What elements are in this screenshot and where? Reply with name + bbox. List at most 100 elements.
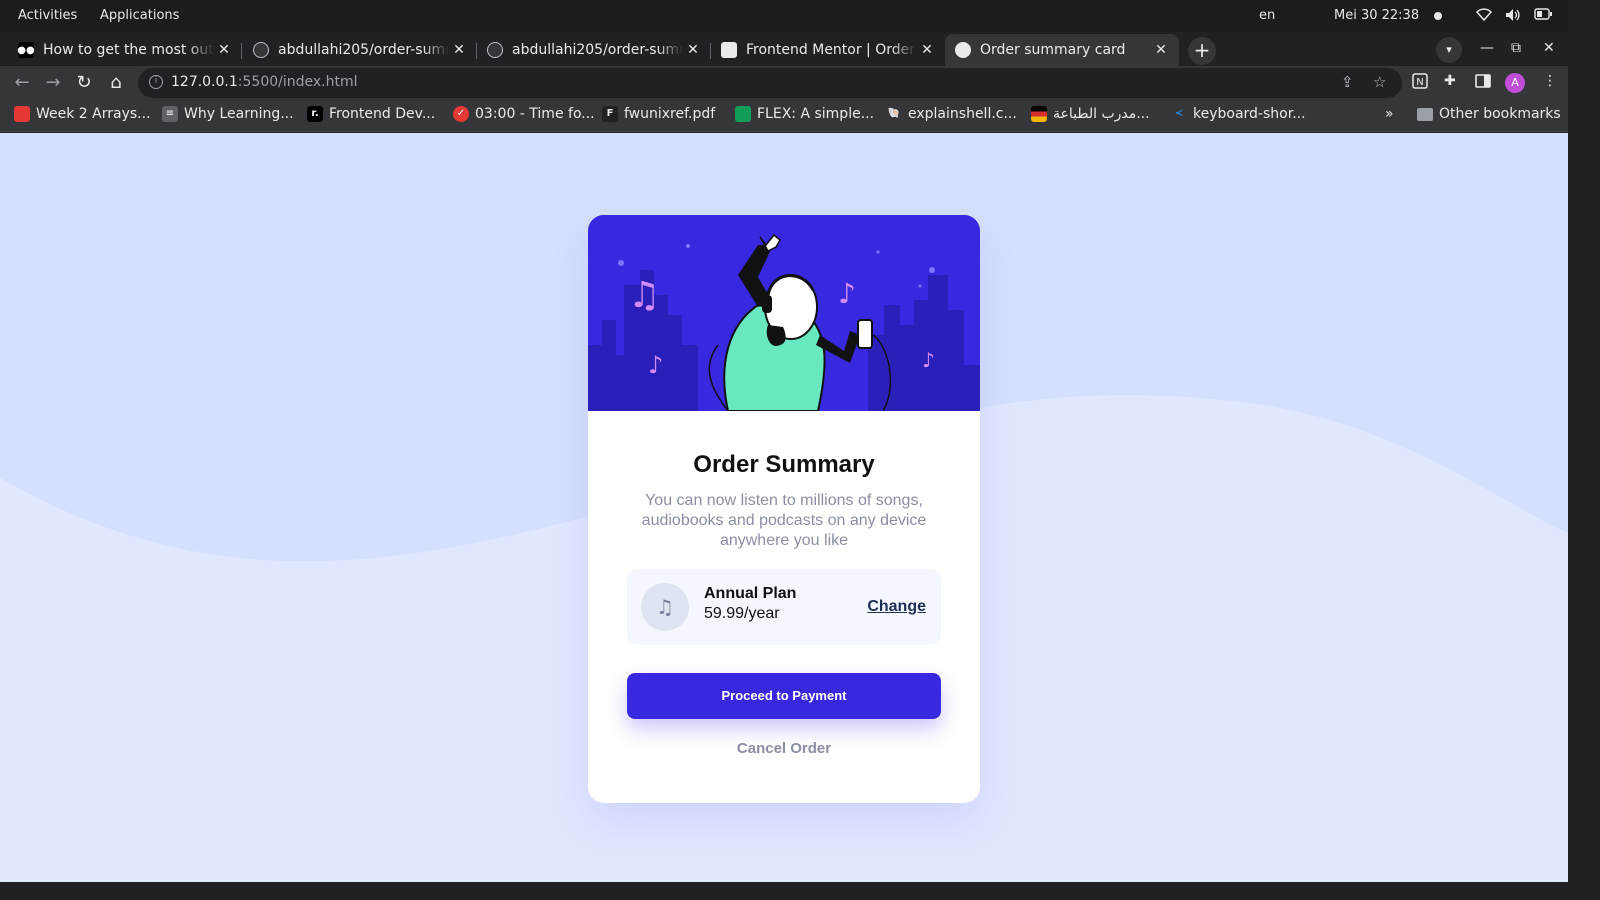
bookmark-label: 03:00 - Time fo... <box>475 106 595 122</box>
bookmark-label: مدرب الطباعة... <box>1053 106 1150 122</box>
extensions-puzzle-icon[interactable]: ✚ <box>1444 73 1456 89</box>
vscode-icon: ≺ <box>1174 108 1184 119</box>
bookmark-star-icon[interactable]: ☆ <box>1373 73 1386 91</box>
order-summary-card: ♫ ♪ ♪ ♪ Order Summary You can now listen… <box>588 215 980 803</box>
share-icon[interactable]: ⇪ <box>1341 73 1354 91</box>
tab-title: abdullahi205/order-summ <box>512 42 683 58</box>
bookmark-icon: ≡ <box>162 106 178 122</box>
system-top-bar: Activities Applications en Mei 30 22:38 <box>0 0 1568 32</box>
medium-icon: ●● <box>17 42 35 58</box>
proceed-to-payment-button[interactable]: Proceed to Payment <box>627 673 941 719</box>
wifi-icon[interactable] <box>1475 8 1493 26</box>
bookmark-item[interactable]: ✓ 03:00 - Time fo... <box>453 106 595 122</box>
bookmark-icon <box>14 106 30 122</box>
bookmark-item[interactable]: FLEX: A simple... <box>735 106 874 122</box>
plan-price: 59.99/year <box>704 605 780 622</box>
side-panel-icon[interactable] <box>1475 73 1491 93</box>
bookmark-item[interactable]: ≡ Why Learning... <box>162 106 294 122</box>
folder-icon <box>1417 107 1433 121</box>
volume-icon[interactable] <box>1505 8 1521 26</box>
globe-icon <box>955 42 971 58</box>
tab-title: How to get the most out o <box>43 42 214 58</box>
language-indicator[interactable]: en <box>1259 8 1275 23</box>
plan-name: Annual Plan <box>704 585 797 602</box>
close-tab-icon[interactable]: ✕ <box>683 42 703 58</box>
tab-title: Frontend Mentor | Order s <box>746 42 917 58</box>
tab-search-chevron-icon[interactable]: ▾ <box>1436 37 1462 63</box>
close-tab-icon[interactable]: ✕ <box>449 42 469 58</box>
github-icon <box>253 42 269 58</box>
svg-text:N: N <box>1416 77 1423 88</box>
battery-icon[interactable] <box>1534 8 1552 24</box>
svg-text:♫: ♫ <box>628 275 660 316</box>
site-info-icon[interactable]: i <box>149 75 163 89</box>
flag-icon <box>1031 106 1047 122</box>
browser-tab[interactable]: ●● How to get the most out o ✕ <box>8 34 242 66</box>
card-title: Order Summary <box>693 451 875 478</box>
address-bar[interactable]: i 127.0.0.1:5500/index.html ⇪ ☆ <box>138 68 1402 98</box>
bookmark-label: Frontend Dev... <box>329 106 436 122</box>
svg-text:♪: ♪ <box>648 351 663 379</box>
new-tab-button[interactable]: + <box>1188 37 1216 65</box>
forward-arrow-icon[interactable]: → <box>41 72 65 93</box>
tab-separator <box>241 43 242 59</box>
github-icon <box>487 42 503 58</box>
bookmarks-bar: Week 2 Arrays... ≡ Why Learning... r. Fron… <box>0 100 1568 132</box>
svg-text:♪: ♪ <box>922 348 935 372</box>
bookmark-label: FLEX: A simple... <box>757 106 875 122</box>
close-tab-icon[interactable]: ✕ <box>1151 42 1171 58</box>
dancing-person-illustration: ♫ ♪ ♪ ♪ <box>588 215 980 411</box>
bookmark-item[interactable]: r. Frontend Dev... <box>307 106 435 122</box>
hero-illustration: ♫ ♪ ♪ ♪ <box>588 215 980 411</box>
bookmark-item[interactable]: ≺ keyboard-shor... <box>1171 106 1306 122</box>
reload-icon[interactable]: ↻ <box>72 72 96 93</box>
browser-tab[interactable]: abdullahi205/order-summ ✕ <box>243 34 477 66</box>
bookmark-label: Why Learning... <box>184 106 294 122</box>
bookmark-icon: r. <box>307 106 323 122</box>
home-icon[interactable]: ⌂ <box>104 72 128 93</box>
bookmark-label: Other bookmarks <box>1439 106 1561 122</box>
clock[interactable]: Mei 30 22:38 <box>1334 8 1419 23</box>
tab-title: Order summary card <box>980 42 1126 58</box>
page-viewport: ♫ ♪ ♪ ♪ Order Summary You can now listen… <box>0 133 1568 882</box>
bookmark-item[interactable]: Week 2 Arrays... <box>14 106 151 122</box>
browser-tab-strip: ●● How to get the most out o ✕ abdullahi… <box>0 32 1568 66</box>
cancel-order-button[interactable]: Cancel Order <box>588 740 980 757</box>
notification-dot-icon <box>1434 12 1442 20</box>
music-note-icon: ♫ <box>641 583 689 631</box>
url-path: :5500/index.html <box>237 74 358 90</box>
card-description: You can now listen to millions of songs,… <box>641 492 927 549</box>
frontend-mentor-icon <box>721 42 737 58</box>
back-arrow-icon[interactable]: ← <box>10 72 34 93</box>
other-bookmarks-folder[interactable]: Other bookmarks <box>1417 106 1561 122</box>
close-tab-icon[interactable]: ✕ <box>214 42 234 58</box>
url-text[interactable]: 127.0.0.1:5500/index.html <box>171 74 358 90</box>
browser-tab-active[interactable]: Order summary card ✕ <box>945 34 1179 66</box>
bookmark-item[interactable]: مدرب الطباعة... <box>1031 106 1150 122</box>
more-bookmarks-chevron-icon[interactable]: » <box>1385 106 1394 122</box>
bookmark-label: keyboard-shor... <box>1193 106 1306 122</box>
activities-button[interactable]: Activities <box>18 8 77 23</box>
minimize-icon[interactable]: — <box>1480 40 1494 56</box>
tab-title: abdullahi205/order-summ <box>278 42 449 58</box>
close-tab-icon[interactable]: ✕ <box>917 42 937 58</box>
browser-tab[interactable]: abdullahi205/order-summ ✕ <box>477 34 711 66</box>
bookmark-label: explainshell.c... <box>908 106 1017 122</box>
browser-tab[interactable]: Frontend Mentor | Order s ✕ <box>711 34 945 66</box>
bookmark-item[interactable]: Ffwunixref.pdf <box>602 106 715 122</box>
close-window-icon[interactable]: ✕ <box>1543 40 1555 56</box>
plan-box: ♫ Annual Plan 59.99/year Change <box>627 569 941 645</box>
shell-icon: 🐚 <box>887 108 901 119</box>
bookmark-icon <box>735 106 751 122</box>
bookmark-label: Week 2 Arrays... <box>36 106 151 122</box>
svg-text:♪: ♪ <box>838 277 856 310</box>
restore-icon[interactable]: ⧉ <box>1511 40 1521 56</box>
url-host: 127.0.0.1 <box>171 74 238 90</box>
change-plan-link[interactable]: Change <box>867 598 926 616</box>
menu-kebab-icon[interactable]: ⋮ <box>1543 73 1557 89</box>
browser-toolbar: ← → ↻ ⌂ i 127.0.0.1:5500/index.html ⇪ ☆ … <box>0 66 1568 100</box>
profile-avatar[interactable]: A <box>1505 73 1525 93</box>
notion-extension-icon[interactable]: N <box>1412 73 1428 93</box>
applications-menu[interactable]: Applications <box>100 8 179 23</box>
bookmark-item[interactable]: 🐚 explainshell.c... <box>886 106 1017 122</box>
